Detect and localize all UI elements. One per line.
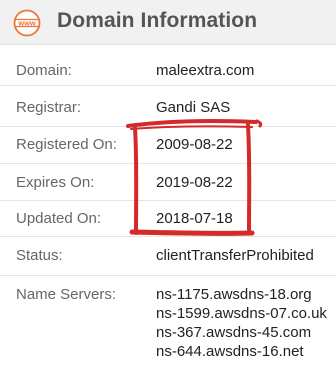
row-domain: Domain: maleextra.com <box>0 45 336 86</box>
registered-on-label: Registered On: <box>16 136 117 153</box>
expires-on-label: Expires On: <box>16 174 95 191</box>
updated-on-label: Updated On: <box>16 210 102 227</box>
domain-value: maleextra.com <box>156 62 255 79</box>
row-status: Status: clientTransferProhibited <box>0 237 336 276</box>
registrar-label: Registrar: <box>16 99 82 116</box>
registered-on-value: 2009-08-22 <box>156 136 233 153</box>
domain-info-header: www Domain Information <box>0 0 336 45</box>
row-expires-on: Expires On: 2019-08-22 <box>0 164 336 201</box>
name-servers-label: Name Servers: <box>16 286 117 303</box>
name-server-item: ns-644.awsdns-16.net <box>156 343 304 360</box>
name-server-item: ns-1175.awsdns-18.org <box>156 286 312 303</box>
www-globe-icon: www <box>13 9 41 37</box>
registrar-value: Gandi SAS <box>156 99 231 116</box>
name-server-item: ns-367.awsdns-45.com <box>156 324 312 341</box>
status-label: Status: <box>16 247 63 264</box>
name-server-item: ns-1599.awsdns-07.co.uk <box>156 305 327 322</box>
row-registrar: Registrar: Gandi SAS <box>0 86 336 127</box>
row-name-servers: Name Servers: ns-1175.awsdns-18.org ns-1… <box>0 276 336 368</box>
page-title: Domain Information <box>57 9 258 32</box>
updated-on-value: 2018-07-18 <box>156 210 233 227</box>
name-servers-list: ns-1175.awsdns-18.org ns-1599.awsdns-07.… <box>156 285 327 361</box>
expires-on-value: 2019-08-22 <box>156 174 233 191</box>
status-value: clientTransferProhibited <box>156 247 314 264</box>
row-registered-on: Registered On: 2009-08-22 <box>0 127 336 164</box>
svg-text:www: www <box>17 19 36 28</box>
row-updated-on: Updated On: 2018-07-18 <box>0 201 336 237</box>
domain-label: Domain: <box>16 62 72 79</box>
